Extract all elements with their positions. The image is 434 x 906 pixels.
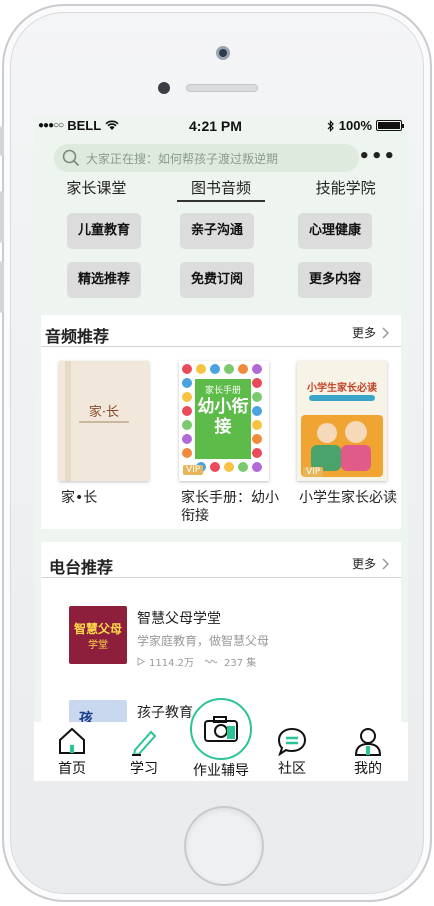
radio-title: 孩子教育 — [137, 705, 193, 721]
status-time: 4:21 PM — [189, 118, 242, 134]
radio-thumbnail: 智慧父母 学堂 — [69, 606, 127, 664]
search-row: 大家正在搜：如何帮孩子渡过叛逆期 ••• — [54, 144, 404, 174]
radio-section-title: 电台推荐 — [49, 558, 114, 577]
book-cover: 家长手册 幼小衔接 VIP — [179, 361, 269, 481]
nav-mine[interactable]: 我的 — [338, 726, 398, 778]
tab-parent-class[interactable]: 家长课堂 — [34, 177, 159, 203]
volume-up-button — [0, 191, 4, 243]
book-title: 家长手册：幼小衔接 — [181, 490, 279, 524]
book-title: 小学生家长必读 — [299, 490, 397, 506]
search-placeholder: 大家正在搜：如何帮孩子渡过叛逆期 — [86, 151, 279, 166]
chevron-right-icon — [382, 557, 389, 570]
home-icon — [59, 727, 85, 754]
category-more-content-button[interactable]: 更多内容 — [298, 262, 372, 298]
earpiece-speaker — [186, 84, 258, 92]
wifi-icon — [105, 120, 119, 130]
bluetooth-icon — [327, 119, 334, 132]
bottom-nav: 首页 学习 作业辅导 社区 我的 — [34, 698, 408, 781]
category-parent-child-communication-button[interactable]: 亲子沟通 — [180, 213, 254, 249]
radio-stats: 1114.2万 237 集 — [137, 654, 256, 669]
search-icon — [62, 149, 80, 167]
radio-item[interactable]: 智慧父母 学堂 智慧父母学堂 学家庭教育，做智慧父母 1114.2万 237 集 — [41, 606, 401, 676]
book-cover: 小学生家长必读 VIP — [297, 361, 387, 481]
nav-home[interactable]: 首页 — [42, 726, 102, 778]
category-child-education-button[interactable]: 儿童教育 — [67, 213, 141, 249]
vip-badge: VIP — [303, 467, 324, 477]
radio-section-header: 电台推荐 更多 — [41, 542, 401, 578]
category-free-subscribe-button[interactable]: 免费订阅 — [180, 262, 254, 298]
pen-icon — [132, 730, 157, 756]
radio-title: 智慧父母学堂 — [137, 611, 221, 627]
volume-down-button — [0, 261, 4, 313]
battery-icon — [376, 120, 404, 131]
home-button[interactable] — [184, 806, 264, 886]
radio-more-link[interactable]: 更多 — [352, 555, 389, 572]
nav-homework-label[interactable]: 作业辅导 — [184, 760, 258, 780]
book-title: 家•长 — [61, 490, 98, 506]
play-icon — [137, 657, 145, 666]
carrier-name: BELL — [67, 118, 102, 133]
nav-community[interactable]: 社区 — [262, 726, 322, 778]
app-screen: ●●●○○ BELL 4:21 PM 100% 大家正在搜：如何帮孩子渡过叛逆期 — [34, 117, 408, 781]
audio-recommend-section: 音频推荐 更多 家·长 家•长 家长手册 幼小衔接 VIP 家长手册：幼小衔接 … — [41, 315, 401, 529]
homework-help-button[interactable] — [190, 698, 252, 760]
book-cover: 家·长 — [59, 361, 149, 481]
vip-badge: VIP — [183, 465, 204, 475]
tab-skill-academy[interactable]: 技能学院 — [283, 177, 408, 203]
nav-study[interactable]: 学习 — [114, 726, 174, 778]
audio-section-title: 音频推荐 — [45, 327, 110, 346]
category-mental-health-button[interactable]: 心理健康 — [298, 213, 372, 249]
camera-icon — [204, 716, 238, 742]
signal-strength-icon: ●●●○○ — [38, 120, 64, 131]
chevron-right-icon — [382, 326, 389, 339]
category-grid: 儿童教育 亲子沟通 心理健康 精选推荐 免费订阅 更多内容 — [34, 213, 408, 303]
radio-subtitle: 学家庭教育，做智慧父母 — [137, 634, 270, 648]
mute-switch — [0, 126, 4, 156]
user-icon — [354, 728, 382, 756]
top-tabs: 家长课堂 图书音频 技能学院 — [34, 177, 408, 203]
episodes-icon — [204, 659, 218, 664]
tab-books-audio[interactable]: 图书音频 — [159, 177, 284, 203]
more-options-icon[interactable]: ••• — [358, 146, 396, 167]
proximity-sensor — [158, 82, 170, 94]
play-count: 1114.2万 — [149, 658, 194, 669]
search-input[interactable]: 大家正在搜：如何帮孩子渡过叛逆期 — [54, 144, 359, 172]
audio-more-link[interactable]: 更多 — [352, 324, 389, 341]
category-featured-button[interactable]: 精选推荐 — [67, 262, 141, 298]
front-camera — [216, 46, 230, 60]
battery-percent: 100% — [338, 118, 372, 133]
chat-icon — [277, 727, 307, 756]
audio-section-header: 音频推荐 更多 — [41, 315, 401, 347]
episode-count: 237 集 — [224, 658, 257, 669]
status-bar: ●●●○○ BELL 4:21 PM 100% — [34, 117, 408, 137]
